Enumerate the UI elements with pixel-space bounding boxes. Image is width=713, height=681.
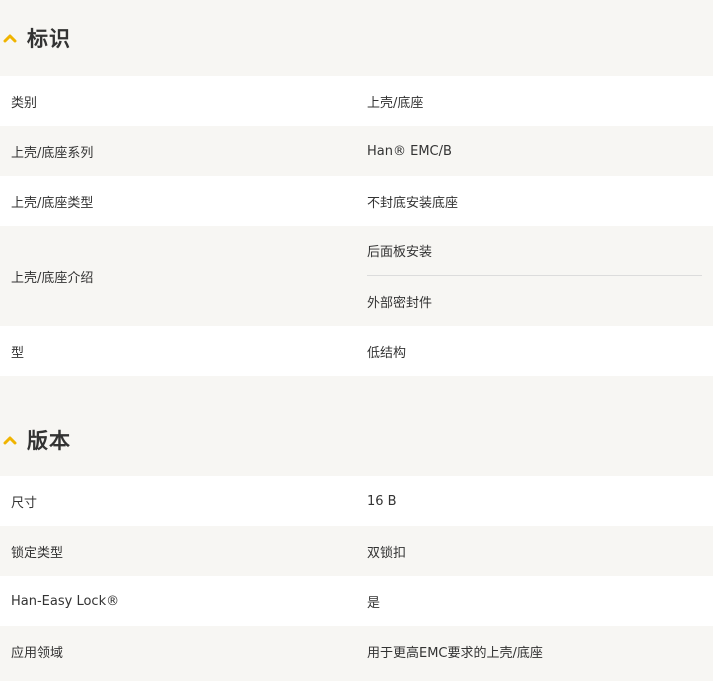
row-label: 应用领域 [11,645,64,661]
section-title: 版本 [27,428,71,453]
row-value: 后面板安装 [367,226,702,276]
row-value: 是 [367,595,381,611]
table-row: 型 低结构 [0,326,713,376]
row-label: 上壳/底座系列 [11,145,94,161]
row-label: 锁定类型 [11,545,64,561]
row-label: Han-Easy Lock® [11,593,120,609]
section-version: 版本 尺寸 16 B 锁定类型 双锁扣 Han-Easy Lock® 是 应用领… [0,403,713,676]
row-value-list: 后面板安装 外部密封件 [356,226,713,326]
row-label: 上壳/底座类型 [11,195,94,211]
table-row: 应用领域 用于更高EMC要求的上壳/底座 [0,626,713,676]
chevron-up-icon[interactable] [2,432,18,448]
section-identification: 标识 类别 上壳/底座 上壳/底座系列 Han® EMC/B 上壳/底座类型 不… [0,0,713,376]
chevron-up-icon[interactable] [2,30,18,46]
row-label: 类别 [11,95,38,111]
section-title: 标识 [27,27,71,51]
table-row: 上壳/底座类型 不封底安装底座 [0,176,713,226]
row-value: 用于更高EMC要求的上壳/底座 [367,645,543,661]
table-row: 上壳/底座介绍 后面板安装 外部密封件 [0,226,713,326]
section-header-identification[interactable]: 标识 [0,0,713,76]
table-row: Han-Easy Lock® 是 [0,576,713,626]
row-value: 外部密封件 [367,295,433,311]
table-row: 上壳/底座系列 Han® EMC/B [0,126,713,176]
section-header-version[interactable]: 版本 [0,403,713,476]
row-label: 上壳/底座介绍 [11,270,94,286]
row-value: 不封底安装底座 [367,195,459,211]
row-value: Han® EMC/B [367,143,452,159]
row-label: 型 [11,345,25,361]
table-row: 锁定类型 双锁扣 [0,526,713,576]
row-value: 16 B [367,493,397,509]
row-value: 低结构 [367,345,407,361]
row-label: 尺寸 [11,495,38,511]
row-value: 上壳/底座 [367,95,424,111]
table-row: 尺寸 16 B [0,476,713,526]
row-value: 双锁扣 [367,545,407,561]
table-row: 类别 上壳/底座 [0,76,713,126]
